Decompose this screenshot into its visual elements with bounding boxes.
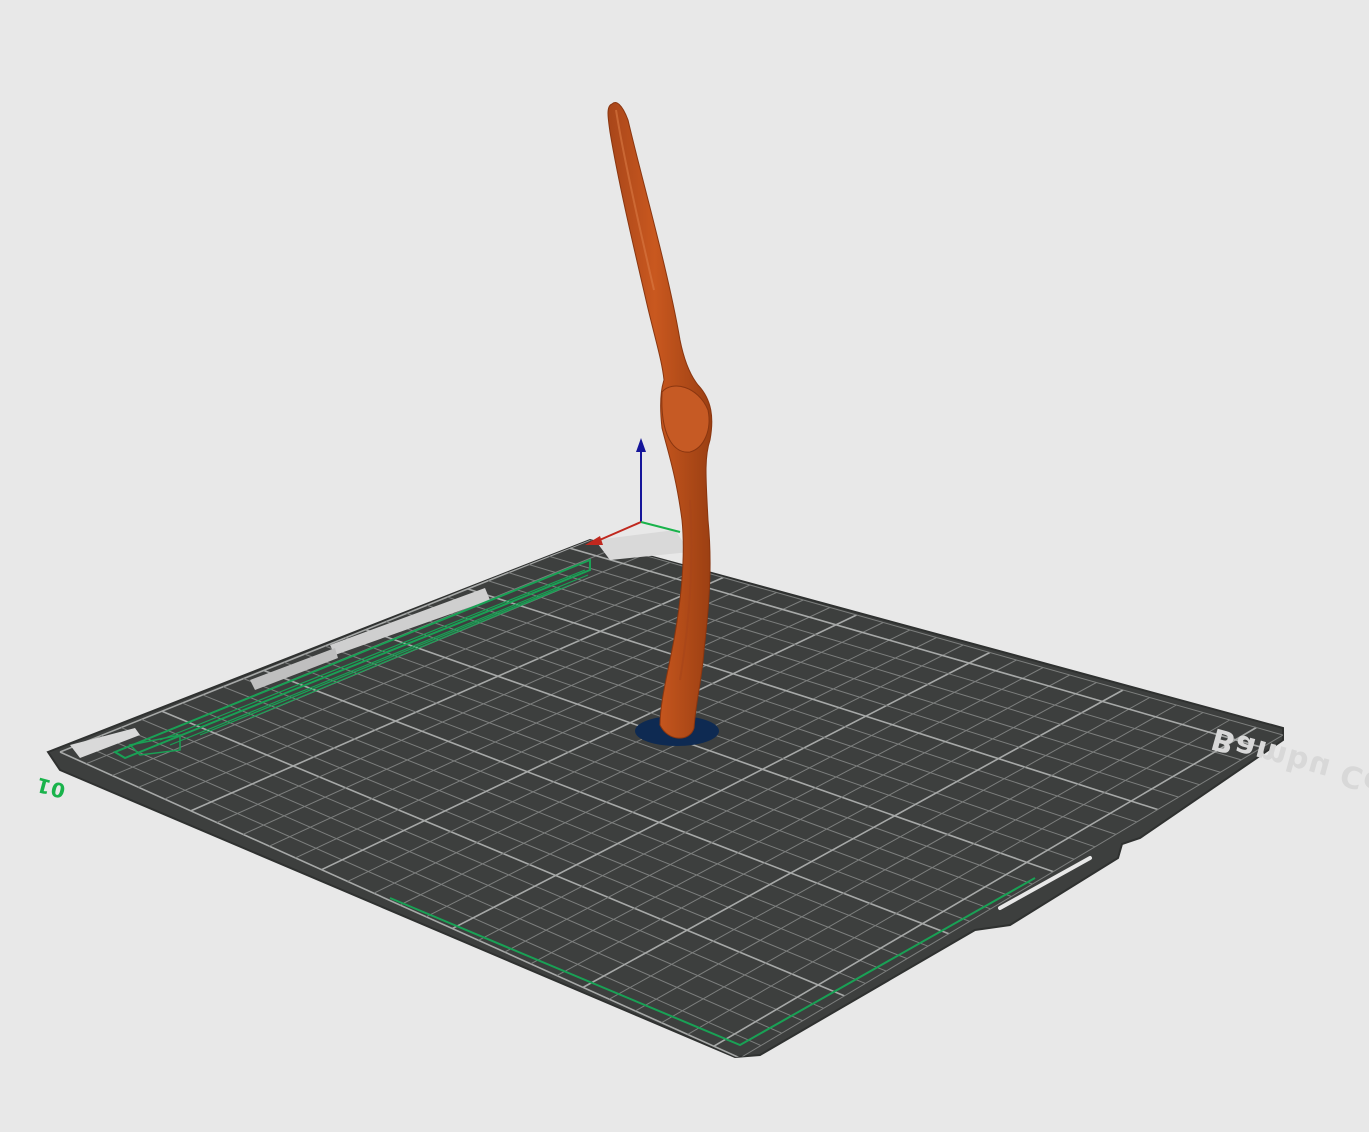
plate-index-label: 01: [33, 772, 68, 803]
plate-name-label: Bambu Cool Plate: [1208, 720, 1369, 838]
y-axis: [640, 521, 681, 533]
plate-surface: [46, 538, 1284, 1059]
3d-viewport[interactable]: Bambu Cool Plate 01: [0, 0, 1369, 1132]
axes-gizmo: [585, 438, 681, 545]
plate-origin-corner: [595, 530, 690, 560]
scene-canvas[interactable]: Bambu Cool Plate 01: [0, 0, 1369, 1132]
z-axis-arrow: [636, 438, 646, 452]
